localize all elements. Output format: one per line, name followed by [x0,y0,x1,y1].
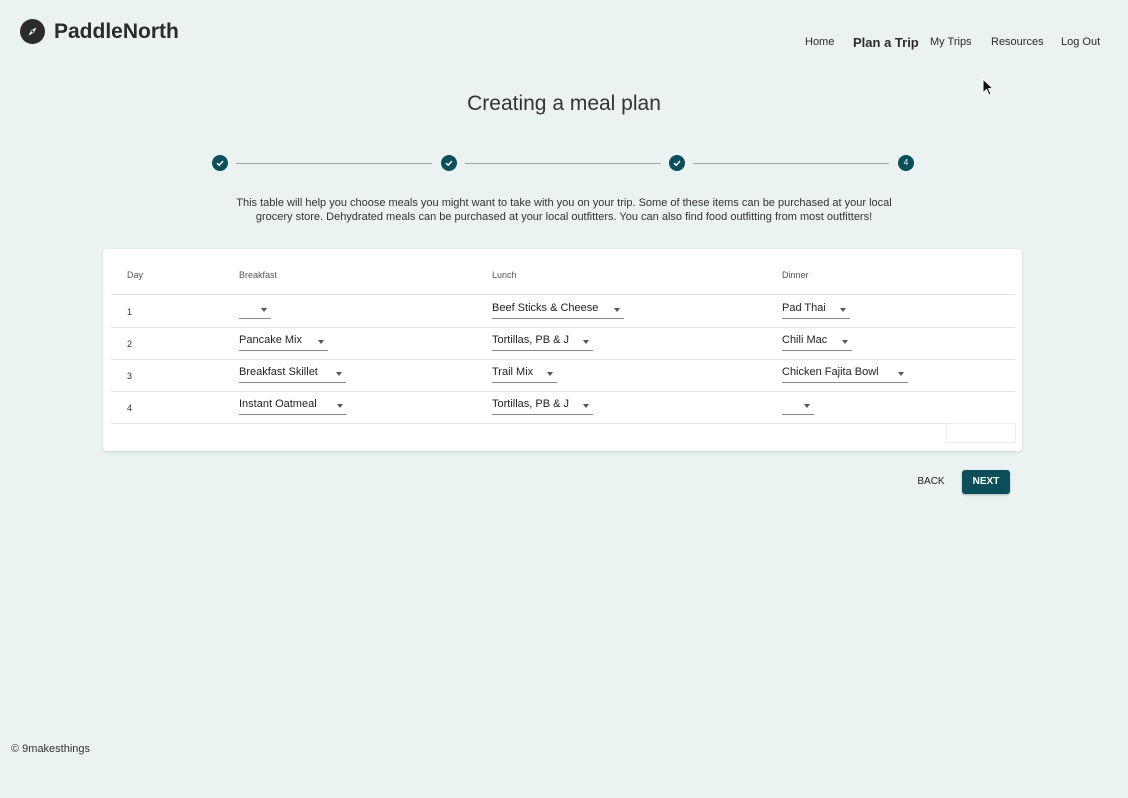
lunch-select[interactable]: Beef Sticks & Cheese [492,300,624,319]
nav-plan-a-trip[interactable]: Plan a Trip [853,35,919,50]
select-value: Chili Mac [782,334,828,346]
nav-resources[interactable]: Resources [991,36,1044,48]
breakfast-select[interactable]: Pancake Mix [239,332,328,351]
table-header: Day Breakfast Lunch Dinner [111,249,1015,295]
column-header-lunch: Lunch [492,270,517,280]
check-icon [673,160,681,167]
dinner-select[interactable]: Chicken Fajita Bowl [782,364,908,383]
intro-text: This table will help you choose meals yo… [236,197,892,223]
back-button[interactable]: BACK [908,470,954,494]
step-2-completed[interactable] [441,155,457,171]
lunch-select[interactable]: Trail Mix [492,364,557,383]
day-number: 4 [127,403,133,413]
select-value: Pancake Mix [239,334,302,346]
table-row: 3 Breakfast Skillet Trail Mix Chicken Fa… [111,359,1015,392]
dinner-select[interactable] [782,396,814,415]
column-header-breakfast: Breakfast [239,270,278,280]
breakfast-select[interactable]: Breakfast Skillet [239,364,346,383]
chevron-down-icon [804,404,810,408]
check-icon [445,160,453,167]
next-button[interactable]: NEXT [962,470,1010,494]
table-row: 4 Instant Oatmeal Tortillas, PB & J [111,391,1015,424]
day-number: 1 [127,307,133,317]
select-value: Breakfast Skillet [239,366,318,378]
dinner-select[interactable]: Chili Mac [782,332,852,351]
dinner-select[interactable]: Pad Thai [782,300,850,319]
page-title: Creating a meal plan [467,92,661,115]
chevron-down-icon [547,372,553,376]
chevron-down-icon [583,340,589,344]
column-header-dinner: Dinner [782,270,809,280]
chevron-down-icon [337,404,343,408]
chevron-down-icon [583,404,589,408]
lunch-select[interactable]: Tortillas, PB & J [492,396,593,415]
chevron-down-icon [842,340,848,344]
footer-copyright: © 9makesthings [11,743,91,755]
check-icon [216,160,224,167]
chevron-down-icon [898,372,904,376]
table-pagination [946,423,1016,443]
table-row: 2 Pancake Mix Tortillas, PB & J Chili Ma… [111,327,1015,360]
select-value: Chicken Fajita Bowl [782,366,879,378]
step-connector [236,163,432,164]
step-connector [693,163,889,164]
site-header: PaddleNorth Home Plan a Trip My Trips Re… [0,0,1128,70]
day-number: 3 [127,371,133,381]
step-3-completed[interactable] [669,155,685,171]
step-connector [465,163,661,164]
nav-home[interactable]: Home [805,36,834,48]
nav-log-out[interactable]: Log Out [1061,36,1100,48]
chevron-down-icon [261,308,267,312]
day-number: 2 [127,339,133,349]
select-value: Tortillas, PB & J [492,334,570,346]
select-value: Tortillas, PB & J [492,398,570,410]
select-value: Trail Mix [492,366,534,378]
table-row: 1 Beef Sticks & Cheese Pad Thai [111,295,1015,328]
breakfast-select[interactable] [239,300,271,319]
select-value: Beef Sticks & Cheese [492,302,599,314]
chevron-down-icon [318,340,324,344]
nav-my-trips[interactable]: My Trips [930,36,972,48]
chevron-down-icon [840,308,846,312]
step-4-active[interactable]: 4 [898,155,914,171]
select-value: Instant Oatmeal [239,398,317,410]
progress-stepper: 4 [0,150,1128,176]
breakfast-select[interactable]: Instant Oatmeal [239,396,347,415]
step-1-completed[interactable] [212,155,228,171]
select-value: Pad Thai [782,302,826,314]
chevron-down-icon [614,308,620,312]
meal-plan-table: Day Breakfast Lunch Dinner 1 Beef Sticks… [103,249,1022,451]
lunch-select[interactable]: Tortillas, PB & J [492,332,593,351]
chevron-down-icon [336,372,342,376]
main-nav: Home Plan a Trip My Trips Resources Log … [0,35,1128,56]
column-header-day: Day [127,270,144,280]
